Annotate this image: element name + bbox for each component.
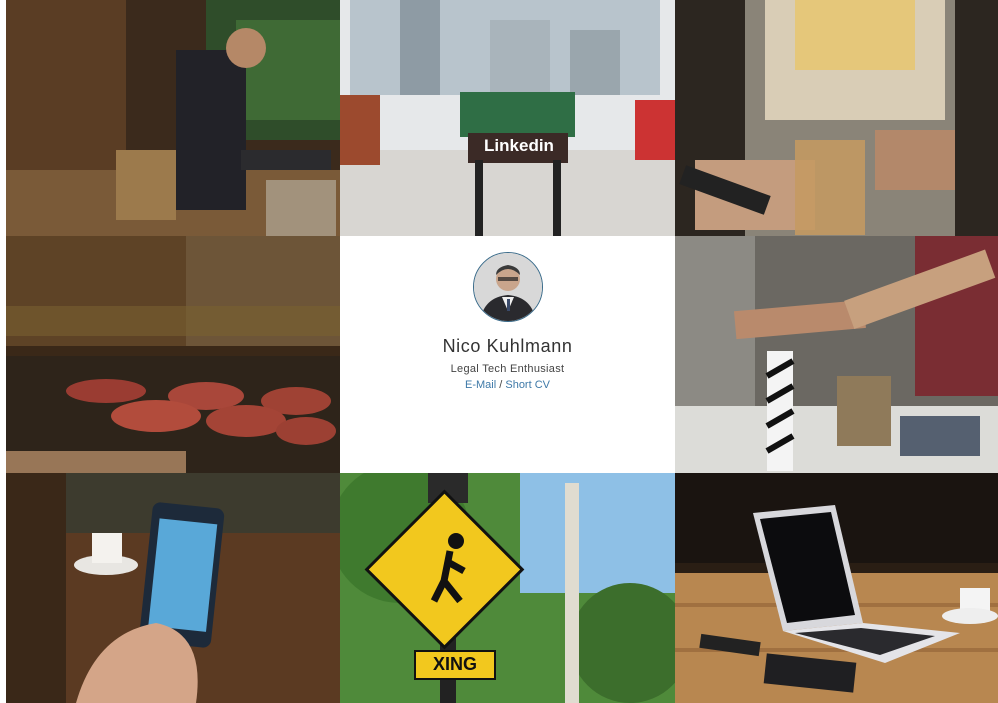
- profile-card: Nico Kuhlmann Legal Tech Enthusiast E-Ma…: [340, 236, 675, 473]
- avatar: [472, 252, 543, 322]
- photo-office-foosball: Linkedin: [340, 0, 675, 236]
- link-separator: /: [499, 379, 503, 391]
- photo-grid: Linkedin Nico Kuhlmann Legal Tech Enthus…: [6, 0, 998, 703]
- email-link[interactable]: E-Mail: [465, 379, 496, 391]
- profile-links: E-Mail / Short CV: [465, 379, 550, 391]
- photo-xing-crossing-sign: XING: [340, 473, 675, 703]
- profile-name: Nico Kuhlmann: [442, 336, 573, 356]
- photo-laptop-desk: [675, 473, 998, 703]
- photo-woman-phone-coffee: [675, 0, 998, 236]
- photo-man-laptop: [6, 0, 340, 236]
- short-cv-link[interactable]: Short CV: [505, 379, 550, 391]
- foosball-brand-text: Linkedin: [484, 136, 554, 155]
- photo-team-fist-bump: [675, 236, 998, 473]
- xing-sign-text: XING: [432, 654, 477, 674]
- profile-role: Legal Tech Enthusiast: [450, 363, 565, 375]
- photo-hand-smartphone: [6, 473, 340, 703]
- photo-steaks-grill: [6, 236, 340, 473]
